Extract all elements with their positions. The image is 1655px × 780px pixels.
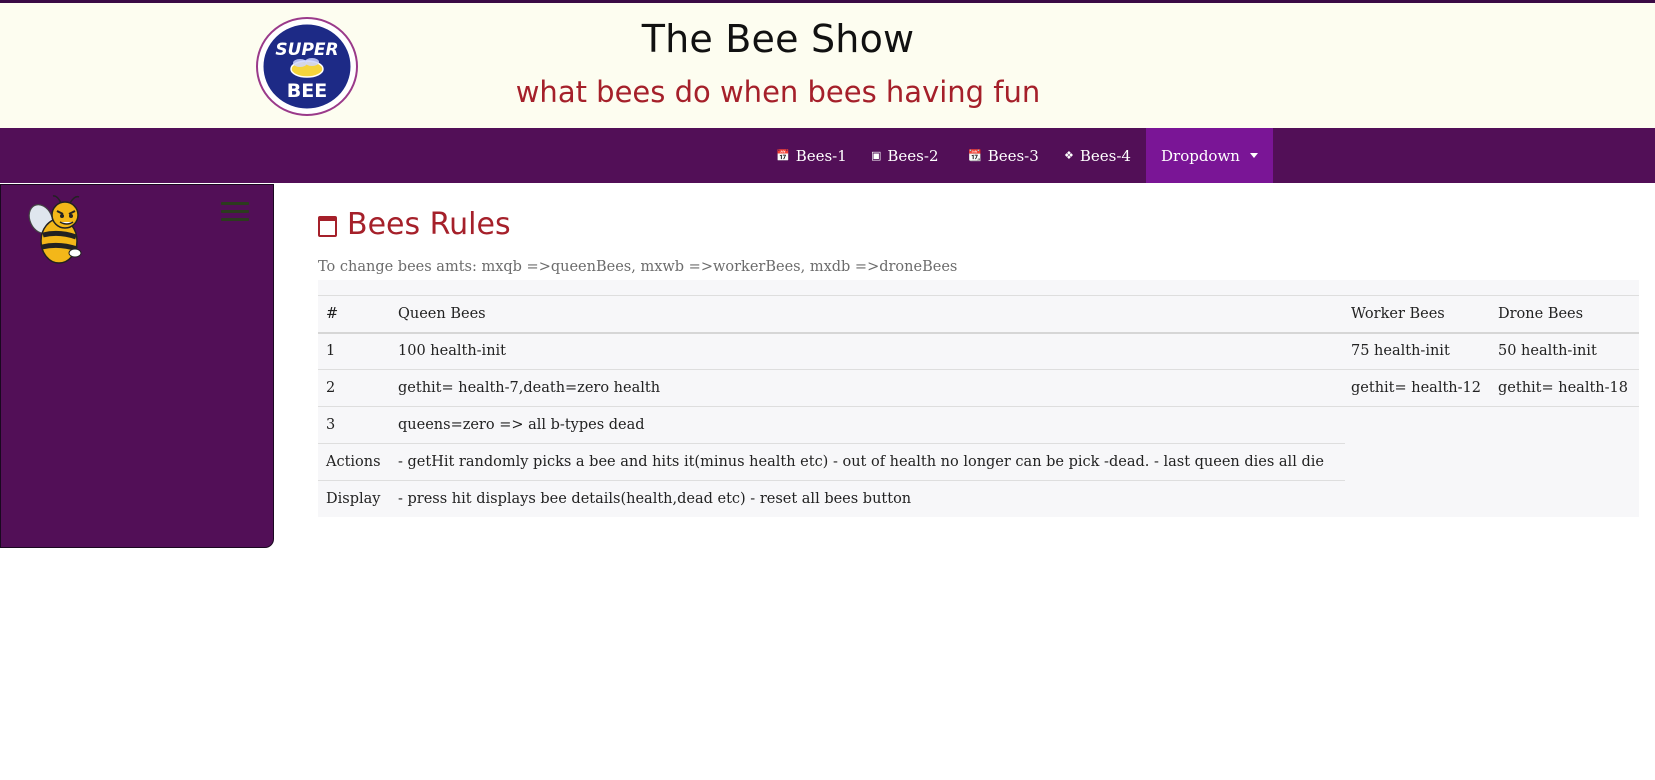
nav-item-label: Bees-4: [1079, 146, 1131, 165]
table-cell: Display: [326, 491, 381, 507]
table-header-cell: Drone Bees: [1498, 306, 1584, 322]
nav-item-bees-4[interactable]: ❖ Bees-4: [1064, 128, 1131, 183]
calendar-icon: 📅: [776, 149, 790, 162]
site-header: SUPER BEE The Bee Show what bees do when…: [0, 3, 1655, 128]
table-cell: gethit= health-18: [1498, 380, 1628, 396]
table-cell: - getHit randomly picks a bee and hits i…: [398, 454, 1324, 470]
table-cell: Actions: [326, 454, 381, 470]
caret-down-icon: [1249, 153, 1258, 158]
page-title-text: Bees Rules: [347, 207, 511, 242]
bee-mascot-icon: [28, 195, 82, 264]
nav-item-label: Bees-1: [795, 146, 847, 165]
table-header-cell: Worker Bees: [1351, 306, 1445, 322]
window-icon: [318, 216, 337, 237]
table-cell: 2: [326, 380, 336, 396]
table-cell: gethit= health-12: [1351, 380, 1481, 396]
table-cell: 100 health-init: [398, 343, 506, 359]
nav-item-label: Bees-2: [887, 146, 939, 165]
table-cell: 1: [326, 343, 336, 359]
table-cell: 50 health-init: [1498, 343, 1597, 359]
calendar-check-icon: 📆: [968, 149, 982, 162]
image-icon: ▣: [871, 149, 882, 162]
nav-item-bees-3[interactable]: 📆 Bees-3: [968, 128, 1039, 183]
nav-dropdown-toggle[interactable]: Dropdown: [1146, 128, 1273, 183]
nav-item-label: Bees-3: [987, 146, 1039, 165]
table-row-divider: [318, 443, 1345, 444]
rules-table: # Queen Bees Worker Bees Drone Bees 1 10…: [318, 280, 1639, 517]
table-cell: gethit= health-7,death=zero health: [398, 380, 661, 396]
table-row-divider: [318, 406, 1639, 407]
table-cell: queens=zero => all b-types dead: [398, 417, 645, 433]
hamburger-menu-icon[interactable]: [221, 202, 249, 226]
table-top-border: [318, 295, 1639, 296]
table-header-border: [318, 332, 1639, 334]
nav-item-bees-1[interactable]: 📅 Bees-1: [776, 128, 847, 183]
main-navbar: 📅 Bees-1 ▣ Bees-2 📆 Bees-3 ❖ Bees-4 Drop…: [0, 128, 1655, 183]
site-title: The Bee Show: [641, 17, 915, 61]
site-subtitle: what bees do when bees having fun: [515, 75, 1041, 109]
nav-item-bees-2[interactable]: ▣ Bees-2: [871, 128, 939, 183]
dropdown-label: Dropdown: [1161, 146, 1240, 165]
table-row-divider: [318, 480, 1345, 481]
page-title: Bees Rules: [318, 207, 511, 242]
table-row-divider: [318, 369, 1639, 370]
sidebar: [0, 184, 274, 548]
table-header-cell: Queen Bees: [398, 306, 486, 322]
hint-text: To change bees amts: mxqb =>queenBees, m…: [318, 259, 958, 275]
table-cell: - press hit displays bee details(health,…: [398, 491, 912, 507]
tag-icon: ❖: [1064, 149, 1074, 162]
table-cell: 75 health-init: [1351, 343, 1450, 359]
table-header-cell: #: [326, 306, 339, 322]
table-cell: 3: [326, 417, 336, 433]
